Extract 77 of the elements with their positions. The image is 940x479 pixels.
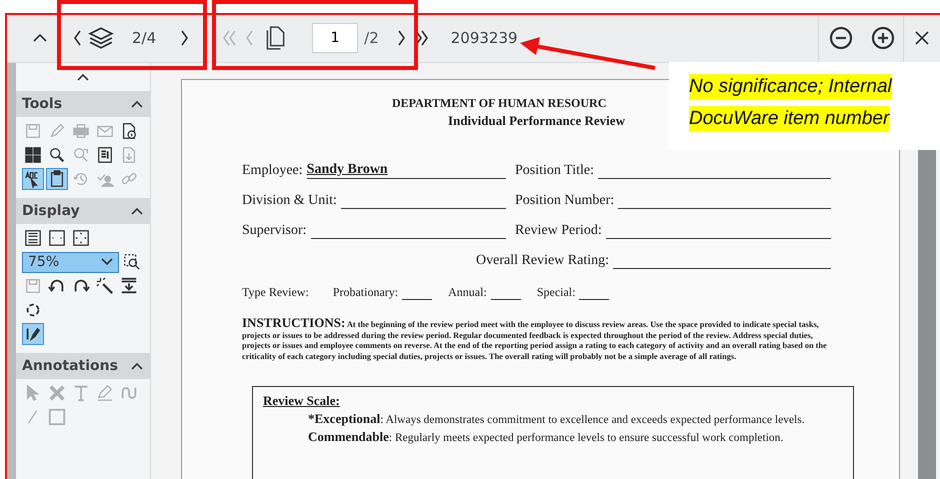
fit-page-icon <box>72 229 90 247</box>
printer-icon <box>72 122 90 140</box>
field-label: Position Number: <box>515 193 614 209</box>
document-download-icon <box>120 146 138 164</box>
rotate-left-icon <box>48 277 66 295</box>
pen-button[interactable] <box>22 323 44 345</box>
fit-width-icon <box>48 229 66 247</box>
caret-icon <box>130 206 144 216</box>
chevron-icon <box>246 30 254 46</box>
section-title: Annotations <box>22 358 118 374</box>
section-toggle[interactable] <box>130 361 144 371</box>
zoom-area-icon <box>123 253 141 271</box>
download-icon <box>120 277 138 295</box>
magic-wand-icon <box>96 277 114 295</box>
circular-arrows-icon <box>24 301 42 319</box>
section-toggle[interactable] <box>130 206 144 216</box>
instructions-paragraph: INSTRUCTIONS:At the beginning of the review period meet with the employee to discuss review areas. Use the space provided to indicate special tasks, projects or issues to be addressed during the review period. Regular documented feedback is expected throughout the period of the review. Address special duties, projects or issues and employee comments on reverse. At the end of the reporting period assign a rating to each category of activity and an overall rating based on the criticality of each category including special duties, projects or issues. The overall rating will probably not be a simple average of all ratings. <box>242 318 828 362</box>
cursor-icon <box>24 384 42 402</box>
collapse-caret-icon[interactable] <box>76 72 90 82</box>
fit-height-icon <box>24 229 42 247</box>
chevron-down-icon <box>101 258 113 266</box>
document-title: DEPARTMENT OF HUMAN RESOURC <box>392 96 606 111</box>
document-subtitle: Individual Performance Review <box>448 113 625 129</box>
curve-icon <box>120 384 138 402</box>
abc-cursor-button[interactable] <box>22 168 44 190</box>
scale-level: Commendable: Regularly meets expected performance levels to ensure successful work completion. <box>307 429 784 446</box>
grid-button[interactable] <box>22 144 44 166</box>
pencil-icon <box>48 122 66 140</box>
pen-icon <box>24 325 42 343</box>
review-scale-title: Review Scale: <box>263 393 341 410</box>
layer-counter: 2/4 <box>132 29 156 47</box>
caret-icon <box>130 361 144 371</box>
cross-icon <box>48 384 66 402</box>
field-label: Review Period: <box>515 223 602 239</box>
rectangle-icon <box>48 408 66 426</box>
grid-icon <box>24 146 42 164</box>
option-label: Probationary: <box>332 285 398 300</box>
highlighter-icon <box>96 384 114 402</box>
caret-icon <box>130 99 144 109</box>
fit-height-button[interactable] <box>22 227 44 249</box>
zoom-in-icon <box>870 25 896 51</box>
magic-wand-button[interactable] <box>94 275 116 297</box>
double-chevron-icon <box>223 30 238 46</box>
fit-width-button[interactable] <box>46 227 68 249</box>
zoom-dropdown[interactable]: 75% <box>22 252 119 272</box>
document-info-icon <box>120 122 138 140</box>
zoom-out-icon <box>828 25 854 51</box>
page-total: /2 <box>364 29 379 47</box>
search-icon <box>48 146 66 164</box>
section-toggle[interactable] <box>130 99 144 109</box>
field-label: Division & Unit: <box>242 193 337 209</box>
scale-level: *Exceptional: Always demonstrates commitment to excellence and exceeds expected performance levels. <box>307 411 806 428</box>
field-label: Overall Review Rating: <box>476 253 609 269</box>
document-icon <box>264 25 286 51</box>
option-label: Special: <box>536 285 576 300</box>
clipboard-button[interactable] <box>46 168 68 190</box>
document-list-icon <box>96 146 114 164</box>
field-value: Sandy Brown <box>306 162 506 179</box>
scrollbar-thumb[interactable] <box>918 149 936 479</box>
field-label: Supervisor: <box>242 223 307 239</box>
callout-text: No significance; Internal <box>689 74 892 100</box>
clipboard-icon <box>48 170 66 188</box>
section-title: Tools <box>22 96 62 112</box>
section-title: Display <box>22 203 80 219</box>
layers-icon <box>88 25 114 51</box>
rotate-right-icon <box>72 277 90 295</box>
field-label: Position Title: <box>515 163 594 179</box>
item-number: 2093239 <box>450 29 518 47</box>
chevron-icon <box>396 30 405 46</box>
history-icon <box>72 170 90 188</box>
page-number-field[interactable]: 1 <box>312 23 358 53</box>
field-label: Employee: <box>242 163 303 179</box>
text-icon <box>72 384 90 402</box>
search-refresh-icon <box>72 146 90 164</box>
field-label: Type Review: <box>242 285 309 300</box>
option-label: Annual: <box>448 285 487 300</box>
fit-page-button[interactable] <box>70 227 92 249</box>
